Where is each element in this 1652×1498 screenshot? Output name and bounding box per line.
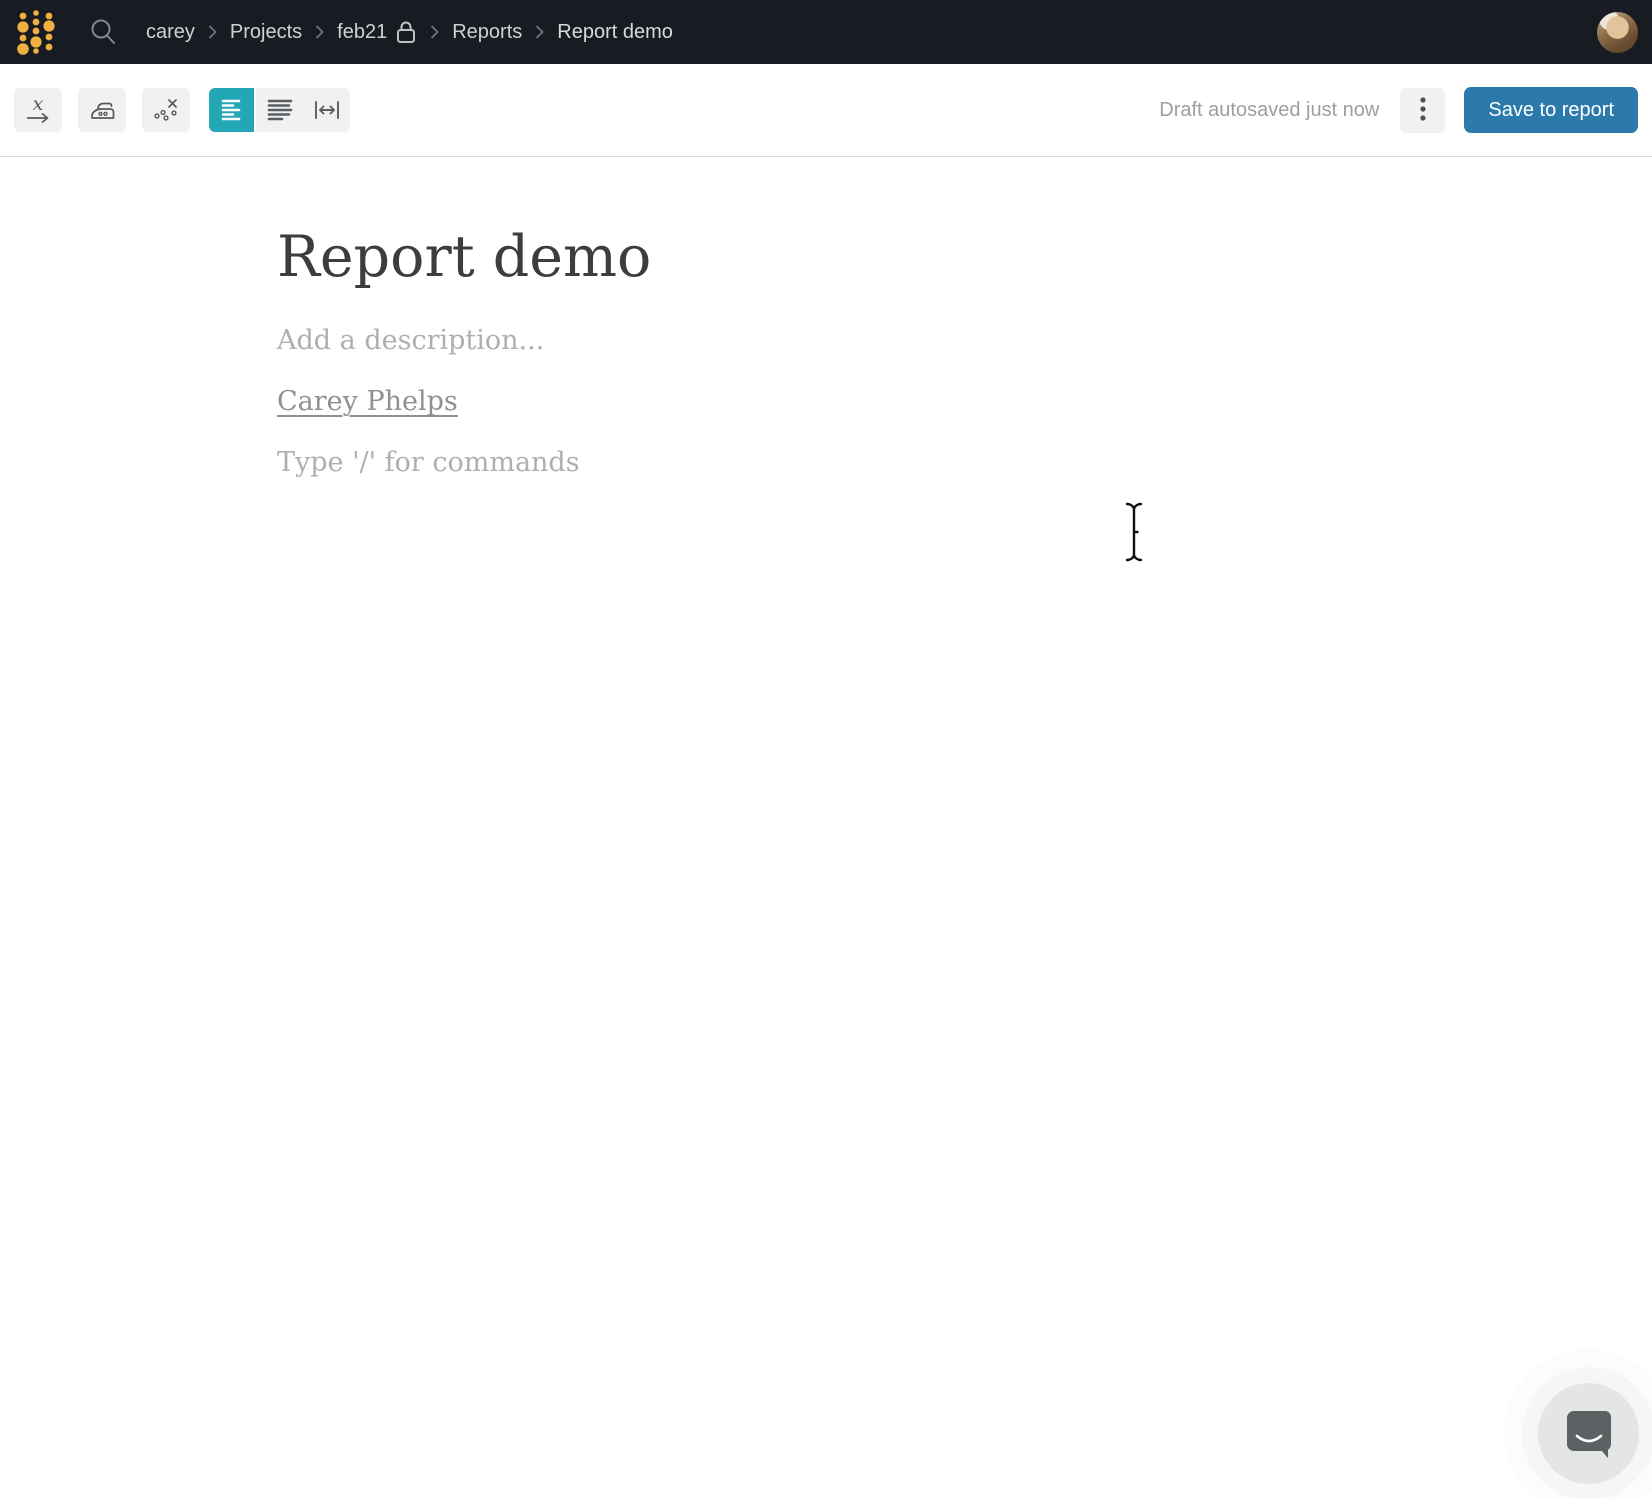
report-editor-toolbar: x bbox=[0, 64, 1652, 157]
iron-icon bbox=[88, 99, 116, 121]
small-width-button[interactable] bbox=[209, 88, 256, 132]
chevron-right-icon bbox=[430, 24, 439, 40]
description-placeholder[interactable]: Add a description... bbox=[277, 323, 1592, 358]
kebab-menu-icon bbox=[1419, 96, 1427, 124]
report-title[interactable]: Report demo bbox=[277, 224, 1592, 291]
latex-arrow-icon bbox=[25, 112, 51, 123]
command-placeholder[interactable]: Type '/' for commands bbox=[277, 445, 1592, 480]
chevron-right-icon bbox=[535, 24, 544, 40]
autosave-status: Draft autosaved just now bbox=[1159, 99, 1379, 122]
chat-launcher-button[interactable] bbox=[1538, 1383, 1639, 1484]
sweep-iron-button[interactable] bbox=[78, 88, 126, 132]
top-navigation-bar: carey Projects feb21 Reports Report demo bbox=[0, 0, 1652, 64]
search-button[interactable] bbox=[86, 15, 120, 49]
breadcrumb: carey Projects feb21 Reports Report demo bbox=[146, 19, 673, 45]
breadcrumb-reports[interactable]: Reports bbox=[452, 21, 522, 44]
breadcrumb-current-report: Report demo bbox=[557, 21, 673, 44]
more-options-button[interactable] bbox=[1400, 88, 1445, 133]
report-width-toggle-group bbox=[209, 88, 350, 132]
fit-width-button[interactable] bbox=[256, 88, 303, 132]
small-width-icon bbox=[221, 99, 243, 121]
intercom-chat-icon bbox=[1565, 1409, 1613, 1459]
chevron-right-icon bbox=[208, 24, 217, 40]
full-width-icon bbox=[314, 99, 340, 121]
save-to-report-button[interactable]: Save to report bbox=[1464, 87, 1638, 133]
search-icon bbox=[88, 17, 118, 47]
wandb-logo-icon[interactable] bbox=[16, 9, 56, 55]
lock-icon bbox=[395, 19, 417, 45]
scatter-plot-button[interactable] bbox=[142, 88, 190, 132]
author-link[interactable]: Carey Phelps bbox=[277, 384, 458, 419]
breadcrumb-project-feb21[interactable]: feb21 bbox=[337, 21, 387, 44]
breadcrumb-projects[interactable]: Projects bbox=[230, 21, 302, 44]
latex-x-glyph: x bbox=[33, 97, 44, 112]
latex-typeset-button[interactable]: x bbox=[14, 88, 62, 132]
report-editor-canvas[interactable]: Report demo Add a description... Carey P… bbox=[0, 158, 1652, 1498]
chevron-right-icon bbox=[315, 24, 324, 40]
user-avatar[interactable] bbox=[1597, 12, 1638, 53]
toolbar-right-cluster: Draft autosaved just now Save to report bbox=[1159, 87, 1638, 133]
full-width-button[interactable] bbox=[303, 88, 350, 132]
fit-width-icon bbox=[267, 99, 293, 121]
breadcrumb-user[interactable]: carey bbox=[146, 21, 195, 44]
scatter-plot-icon bbox=[153, 98, 179, 122]
